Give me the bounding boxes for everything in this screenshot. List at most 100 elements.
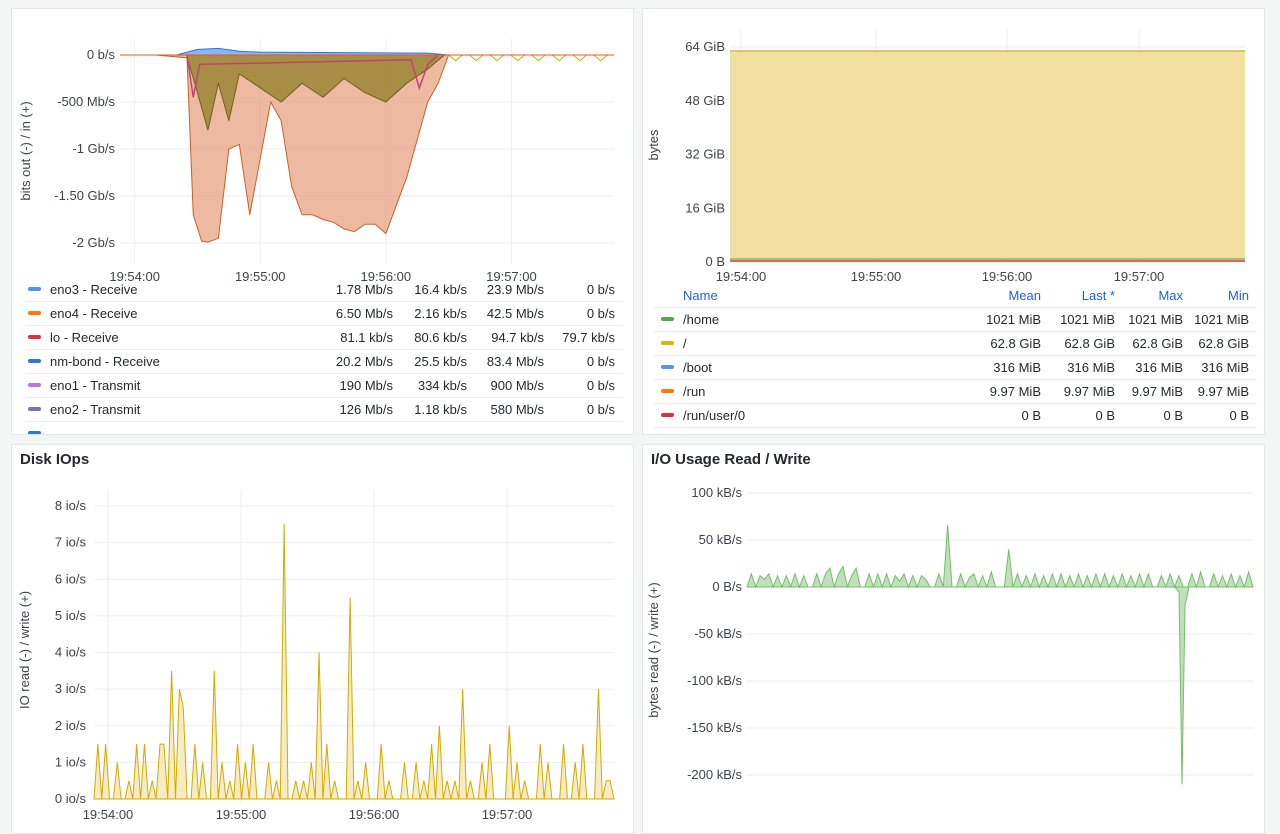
legend-max: 9.97 MiB	[1131, 383, 1183, 399]
disk-space-legend: Name Mean Last * Max Min /home 1021 MiB 10…	[653, 283, 1257, 433]
legend-name: /run/user/0	[683, 407, 746, 423]
series-area-iops	[93, 524, 615, 800]
legend-last: 80.6 kb/s	[414, 329, 467, 345]
legend-max: 83.4 Mb/s	[486, 353, 544, 369]
legend-header-last[interactable]: Last *	[1041, 288, 1115, 303]
y-tick-label: -50 kB/s	[694, 626, 742, 641]
legend-header-min[interactable]: Min	[1183, 288, 1257, 303]
legend-min: 9.97 MiB	[1197, 383, 1249, 399]
legend-last: 0 B	[1095, 407, 1115, 423]
y-tick-label: 0 B	[705, 254, 725, 269]
y-tick-label: -100 kB/s	[687, 673, 742, 688]
y-tick-label: -1 Gb/s	[72, 141, 115, 156]
y-tick-label: 64 GiB	[685, 39, 725, 54]
legend-row[interactable]: /run/user/0 0 B 0 B 0 B 0 B	[653, 403, 1257, 428]
legend-max: 900 Mb/s	[490, 377, 544, 393]
legend-min: 0 B	[1229, 407, 1249, 423]
legend-swatch	[28, 311, 41, 315]
legend-name: /run	[683, 383, 706, 399]
legend-name: eno4 - Receive	[50, 305, 138, 321]
y-axis-label: bytes read (-) / write (+)	[646, 582, 661, 717]
legend-last: 1.18 kb/s	[414, 401, 467, 417]
legend-name: nm-bond - Receive	[50, 353, 160, 369]
legend-min: 0 b/s	[586, 281, 615, 297]
legend-name: /home	[683, 311, 720, 327]
legend-row[interactable]: /run 9.97 MiB 9.97 MiB 9.97 MiB 9.97 MiB	[653, 379, 1257, 404]
legend-row[interactable]: eno3 - Receive 1.78 Mb/s 16.4 kb/s 23.9 Mb/…	[26, 277, 623, 302]
x-tick-label: 19:56:00	[982, 269, 1033, 284]
legend-min: 316 MiB	[1201, 359, 1249, 375]
legend-header-mean[interactable]: Mean	[961, 288, 1041, 303]
y-tick-label: -1.50 Gb/s	[54, 188, 115, 203]
legend-row[interactable]: nm-bond - Receive 20.2 Mb/s 25.5 kb/s 83.4 …	[26, 349, 623, 374]
series-area-write	[746, 524, 1254, 589]
y-tick-label: 32 GiB	[685, 147, 725, 162]
y-tick-label: 7 io/s	[55, 535, 87, 550]
legend-header-max[interactable]: Max	[1115, 288, 1183, 303]
y-tick-label: 48 GiB	[685, 93, 725, 108]
legend-min: 0 b/s	[586, 305, 615, 321]
legend-swatch	[661, 317, 674, 321]
disk-iops-panel: Disk IOps 8 io/s 7 io/s 6 io/s 5 io/s 4 io/s…	[11, 444, 634, 834]
legend-header: Name Mean Last * Max Min	[653, 283, 1257, 308]
y-tick-label: 8 io/s	[55, 498, 87, 513]
legend-min: 0 b/s	[586, 401, 615, 417]
disk-space-panel: 64 GiB 48 GiB 32 GiB 16 GiB 0 B 19:54:00 19:55…	[642, 8, 1265, 435]
legend-mean: 190 Mb/s	[339, 377, 393, 393]
legend-min: 0 b/s	[586, 353, 615, 369]
legend-name: eno2 - Transmit	[50, 401, 141, 417]
legend-swatch	[28, 335, 41, 339]
legend-mean: 0 B	[1021, 407, 1041, 423]
x-tick-label: 19:57:00	[1114, 269, 1165, 284]
legend-row[interactable]: lo - Receive 81.1 kb/s 80.6 kb/s 94.7 kb/s 7…	[26, 325, 623, 350]
legend-swatch	[661, 413, 674, 417]
legend-min: 62.8 GiB	[1198, 335, 1249, 351]
legend-mean: 81.1 kb/s	[340, 329, 393, 345]
y-tick-label: -2 Gb/s	[72, 235, 115, 250]
legend-max: 580 Mb/s	[490, 401, 544, 417]
legend-row[interactable]: /home 1021 MiB 1021 MiB 1021 MiB 1021 MiB	[653, 307, 1257, 332]
legend-min: 79.7 kb/s	[562, 329, 615, 345]
y-tick-label: 50 kB/s	[699, 532, 743, 547]
legend-mean: 1.78 Mb/s	[335, 281, 393, 297]
y-tick-label: 16 GiB	[685, 200, 725, 215]
legend-mean: 62.8 GiB	[990, 335, 1041, 351]
series-line-tail	[448, 54, 608, 62]
y-tick-label: 6 io/s	[55, 571, 87, 586]
legend-mean: 9.97 MiB	[989, 383, 1041, 399]
y-tick-label: 4 io/s	[55, 645, 87, 660]
legend-mean: 316 MiB	[993, 359, 1041, 375]
legend-row[interactable]: / 62.8 GiB 62.8 GiB 62.8 GiB 62.8 GiB	[653, 331, 1257, 356]
legend-row[interactable]: eno2 - Transmit 126 Mb/s 1.18 kb/s 580 Mb/s…	[26, 397, 623, 422]
y-axis-label: bytes	[646, 129, 661, 161]
io-usage-panel: I/O Usage Read / Write 100 kB/s 50 kB/s 0 …	[642, 444, 1265, 834]
legend-mean: 1021 MiB	[986, 311, 1041, 327]
y-tick-label: -200 kB/s	[687, 767, 742, 782]
legend-last: 316 MiB	[1067, 359, 1115, 375]
y-tick-label: -500 Mb/s	[57, 94, 115, 109]
y-tick-label: 2 io/s	[55, 718, 87, 733]
legend-max: 0 B	[1163, 407, 1183, 423]
y-axis-label: bits out (-) / in (+)	[18, 101, 33, 200]
legend-row[interactable]	[26, 421, 623, 434]
legend-last: 2.16 kb/s	[414, 305, 467, 321]
disk-iops-chart: 8 io/s 7 io/s 6 io/s 5 io/s 4 io/s 3 io/s 2 io…	[17, 490, 615, 822]
legend-row[interactable]: eno1 - Transmit 190 Mb/s 334 kb/s 900 Mb/s 0…	[26, 373, 623, 398]
legend-row[interactable]: /boot 316 MiB 316 MiB 316 MiB 316 MiB	[653, 355, 1257, 380]
y-tick-label: 0 b/s	[87, 47, 116, 62]
legend-last: 334 kb/s	[417, 377, 467, 393]
legend-name: eno1 - Transmit	[50, 377, 141, 393]
network-traffic-panel: 0 b/s -500 Mb/s -1 Gb/s -1.50 Gb/s -2 Gb/s 19…	[11, 8, 634, 435]
legend-row[interactable]: eno4 - Receive 6.50 Mb/s 2.16 kb/s 42.5 Mb/…	[26, 301, 623, 326]
network-traffic-chart: 0 b/s-500 Mb/s-1 Gb/s-1.50 Gb/s-2 Gb/s19…	[18, 39, 614, 284]
legend-swatch	[661, 365, 674, 369]
legend-swatch	[661, 341, 674, 345]
legend-last: 9.97 MiB	[1063, 383, 1115, 399]
legend-name: /boot	[683, 359, 712, 375]
legend-mean: 126 Mb/s	[339, 401, 393, 417]
y-tick-label: -150 kB/s	[687, 720, 742, 735]
legend-header-name[interactable]: Name	[683, 288, 961, 303]
legend-name: /	[683, 335, 687, 351]
series-area-eno3-receive	[176, 47, 449, 56]
legend-max: 94.7 kb/s	[491, 329, 544, 345]
